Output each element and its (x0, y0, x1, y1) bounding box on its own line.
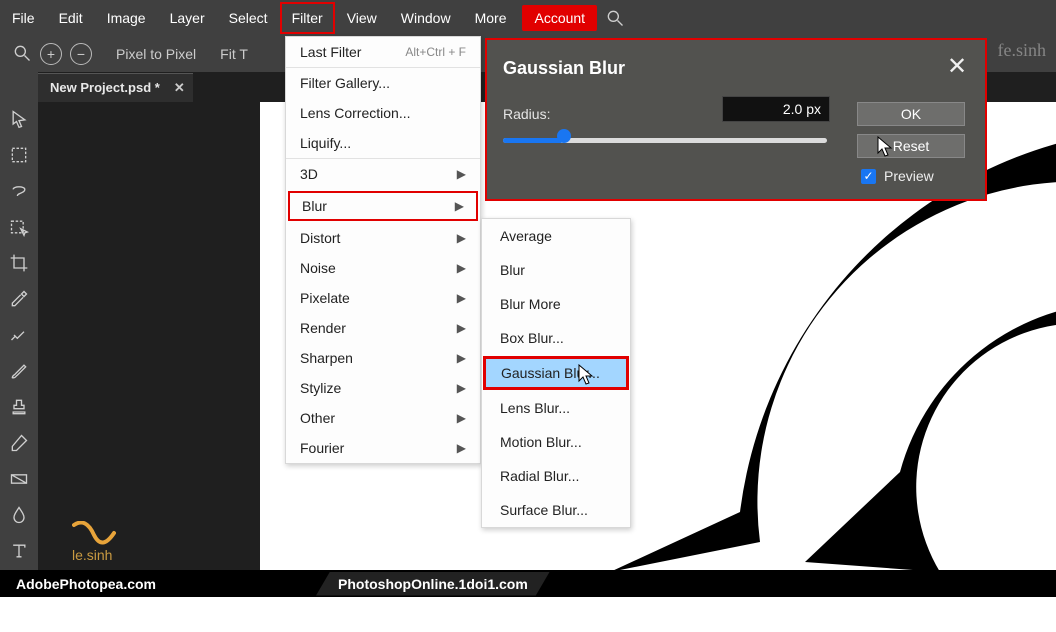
zoom-tool-icon[interactable] (12, 43, 32, 66)
blur-tool-icon[interactable] (6, 502, 32, 528)
move-tool-icon[interactable] (6, 106, 32, 132)
gradient-tool-icon[interactable] (6, 466, 32, 492)
reset-button[interactable]: Reset (857, 134, 965, 158)
submenu-blur[interactable]: Blur (482, 253, 630, 287)
preview-label: Preview (884, 168, 934, 184)
document-tabs: New Project.psd * ✕ (38, 72, 193, 102)
submenu-arrow-icon: ▶ (457, 291, 466, 305)
check-icon: ✓ (861, 169, 876, 184)
menu-window[interactable]: Window (389, 2, 463, 34)
brush-tool-icon[interactable] (6, 358, 32, 384)
menu-fourier[interactable]: Fourier▶ (286, 433, 480, 463)
submenu-radial-blur[interactable]: Radial Blur... (482, 459, 630, 493)
quick-select-tool-icon[interactable] (6, 214, 32, 240)
submenu-arrow-icon: ▶ (457, 321, 466, 335)
footer-center: PhotoshopOnline.1doi1.com (316, 572, 550, 596)
menu-label: Last Filter (300, 44, 361, 60)
submenu-arrow-icon: ▶ (455, 199, 464, 213)
preview-checkbox[interactable]: ✓ Preview (861, 168, 934, 184)
fit-to-screen-button[interactable]: Fit T (220, 46, 248, 62)
submenu-motion-blur[interactable]: Motion Blur... (482, 425, 630, 459)
submenu-average[interactable]: Average (482, 219, 630, 253)
search-icon[interactable] (605, 8, 625, 28)
submenu-surface-blur[interactable]: Surface Blur... (482, 493, 630, 527)
submenu-arrow-icon: ▶ (457, 231, 466, 245)
menu-more[interactable]: More (463, 2, 519, 34)
menu-shortcut: Alt+Ctrl + F (405, 45, 466, 59)
menu-other[interactable]: Other▶ (286, 403, 480, 433)
menu-lens-correction[interactable]: Lens Correction... (286, 98, 480, 128)
menu-file[interactable]: File (0, 2, 47, 34)
menu-account[interactable]: Account (522, 5, 597, 31)
menu-3d[interactable]: 3D▶ (286, 159, 480, 189)
menu-noise[interactable]: Noise▶ (286, 253, 480, 283)
eraser-tool-icon[interactable] (6, 430, 32, 456)
menu-stylize[interactable]: Stylize▶ (286, 373, 480, 403)
document-tab-name: New Project.psd * (50, 80, 160, 95)
menu-view[interactable]: View (335, 2, 389, 34)
document-tab[interactable]: New Project.psd * ✕ (38, 73, 193, 102)
lasso-tool-icon[interactable] (6, 178, 32, 204)
menu-image[interactable]: Image (95, 2, 158, 34)
marquee-tool-icon[interactable] (6, 142, 32, 168)
crop-tool-icon[interactable] (6, 250, 32, 276)
menu-layer[interactable]: Layer (158, 2, 217, 34)
footer: AdobePhotopea.com PhotoshopOnline.1doi1.… (0, 570, 1056, 597)
menubar: File Edit Image Layer Select Filter View… (0, 0, 1056, 36)
menu-render[interactable]: Render▶ (286, 313, 480, 343)
menu-pixelate[interactable]: Pixelate▶ (286, 283, 480, 313)
menu-liquify[interactable]: Liquify... (286, 128, 480, 158)
submenu-arrow-icon: ▶ (457, 167, 466, 181)
menu-sharpen[interactable]: Sharpen▶ (286, 343, 480, 373)
submenu-lens-blur[interactable]: Lens Blur... (482, 391, 630, 425)
toolbox (0, 36, 38, 570)
radius-input[interactable] (722, 96, 830, 122)
submenu-gaussian-blur[interactable]: Gaussian Blur... (483, 356, 629, 390)
radius-label: Radius: (503, 106, 550, 122)
ok-button[interactable]: OK (857, 102, 965, 126)
slider-fill (503, 138, 563, 143)
close-dialog-icon[interactable]: ✕ (943, 52, 971, 80)
watermark: le.sinh (72, 521, 116, 565)
menu-last-filter[interactable]: Last Filter Alt+Ctrl + F (286, 37, 480, 67)
menu-select[interactable]: Select (217, 2, 280, 34)
filter-menu: Last Filter Alt+Ctrl + F Filter Gallery.… (285, 36, 481, 464)
submenu-blur-more[interactable]: Blur More (482, 287, 630, 321)
submenu-arrow-icon: ▶ (457, 351, 466, 365)
dialog-title: Gaussian Blur (503, 58, 625, 79)
gaussian-blur-dialog: Gaussian Blur ✕ Radius: OK Reset ✓ Previ… (485, 38, 987, 201)
watermark: fe.sinh (998, 40, 1047, 61)
submenu-arrow-icon: ▶ (457, 411, 466, 425)
blur-submenu: Average Blur Blur More Box Blur... Gauss… (481, 218, 631, 528)
menu-edit[interactable]: Edit (47, 2, 95, 34)
menu-blur[interactable]: Blur▶ (288, 191, 478, 221)
slider-thumb[interactable] (557, 129, 571, 143)
submenu-arrow-icon: ▶ (457, 381, 466, 395)
menu-filter[interactable]: Filter (280, 2, 335, 34)
close-tab-icon[interactable]: ✕ (174, 80, 185, 96)
menu-filter-gallery[interactable]: Filter Gallery... (286, 68, 480, 98)
submenu-arrow-icon: ▶ (457, 261, 466, 275)
submenu-arrow-icon: ▶ (457, 441, 466, 455)
heal-tool-icon[interactable] (6, 322, 32, 348)
submenu-box-blur[interactable]: Box Blur... (482, 321, 630, 355)
eyedropper-tool-icon[interactable] (6, 286, 32, 312)
zoom-in-button[interactable]: + (40, 43, 62, 65)
type-tool-icon[interactable] (6, 538, 32, 564)
menu-distort[interactable]: Distort▶ (286, 223, 480, 253)
zoom-out-button[interactable]: − (70, 43, 92, 65)
pixel-to-pixel-button[interactable]: Pixel to Pixel (116, 46, 196, 62)
radius-slider[interactable] (503, 133, 827, 147)
stamp-tool-icon[interactable] (6, 394, 32, 420)
footer-left: AdobePhotopea.com (16, 576, 156, 592)
